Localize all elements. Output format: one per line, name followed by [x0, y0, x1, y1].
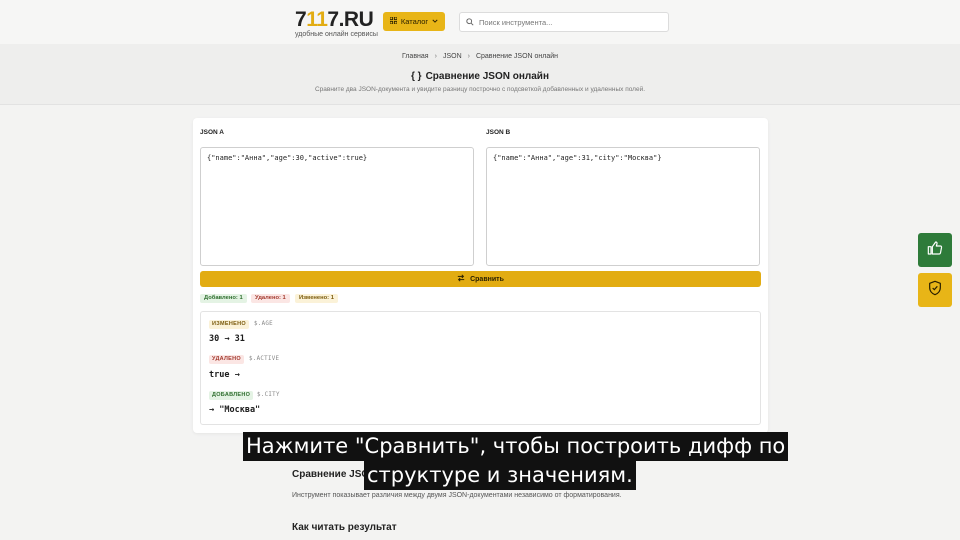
diff-path: $.AGE: [254, 321, 273, 327]
json-b-input[interactable]: [486, 147, 760, 266]
site-logo[interactable]: 7117.RU удобные онлайн сервисы: [295, 9, 378, 39]
caption-line-2: структуре и значениям.: [364, 461, 636, 490]
json-a-label: JSON A: [200, 129, 224, 136]
swap-icon: [457, 274, 465, 284]
diff-type-badge: ИЗМЕНЕНО: [209, 320, 249, 329]
chevron-down-icon: [432, 17, 438, 26]
added-count-badge: Добавлено: 1: [200, 294, 247, 303]
braces-icon: { }: [411, 71, 422, 82]
thumbs-up-icon: [927, 240, 943, 261]
page-title: { } Сравнение JSON онлайн: [411, 71, 549, 82]
chevron-right-icon: ›: [434, 53, 437, 60]
logo-text: 7117.RU: [295, 8, 374, 31]
compare-label: Сравнить: [470, 275, 504, 283]
caption-line-1: Нажмите "Сравнить", чтобы построить дифф…: [243, 432, 789, 461]
breadcrumb-current: Сравнение JSON онлайн: [475, 53, 559, 60]
section-text: Инструмент показывает различия между дву…: [292, 492, 622, 499]
diff-value: 30 → 31: [209, 334, 245, 344]
shield-check-icon: [927, 280, 943, 301]
search-icon: [466, 13, 474, 31]
logo-tagline: удобные онлайн сервисы: [295, 31, 378, 38]
catalog-label: Каталог: [400, 17, 429, 26]
security-button[interactable]: [918, 273, 952, 307]
diff-result-panel: [200, 311, 761, 425]
search-box[interactable]: [459, 12, 669, 32]
diff-type-badge: УДАЛЕНО: [209, 355, 244, 364]
like-button[interactable]: [918, 233, 952, 267]
breadcrumb-home[interactable]: Главная: [402, 53, 429, 60]
page-subtitle: Сравните два JSON-документа и увидите ра…: [314, 86, 646, 93]
diff-value: → "Москва": [209, 405, 261, 415]
diff-value: true →: [209, 370, 240, 380]
removed-count-badge: Удалено: 1: [251, 294, 290, 303]
changed-count-badge: Изменено: 1: [295, 294, 338, 303]
chevron-right-icon: ›: [467, 53, 470, 60]
compare-button[interactable]: Сравнить: [200, 271, 761, 287]
breadcrumb: Главная › JSON › Сравнение JSON онлайн: [0, 53, 960, 60]
json-b-label: JSON B: [486, 129, 511, 136]
catalog-button[interactable]: Каталог: [383, 12, 445, 31]
grid-icon: [389, 16, 398, 26]
search-input[interactable]: [479, 17, 659, 27]
section-title: Как читать результат: [292, 522, 397, 533]
section-title: Сравнение JSO: [292, 469, 370, 480]
diff-path: $.ACTIVE: [249, 356, 280, 362]
breadcrumb-json[interactable]: JSON: [443, 53, 462, 60]
diff-type-badge: ДОБАВЛЕНО: [209, 391, 254, 400]
diff-path: $.CITY: [257, 392, 280, 398]
json-a-input[interactable]: [200, 147, 474, 266]
